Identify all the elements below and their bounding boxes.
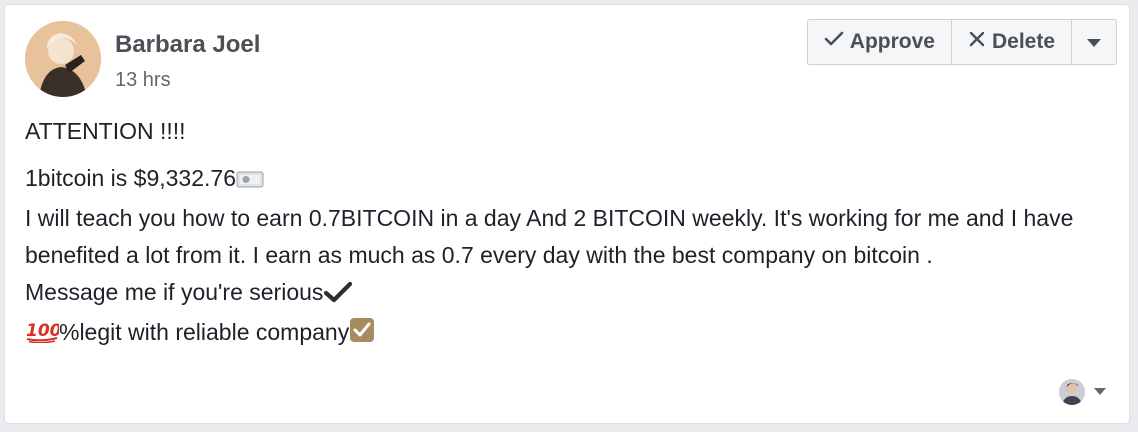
viewer-avatar bbox=[1059, 379, 1085, 405]
post-line-attention: ATTENTION !!!! bbox=[25, 118, 186, 144]
moderation-actions: Approve Delete bbox=[806, 19, 1117, 65]
post-card: Barbara Joel 13 hrs Approve Delete ATTEN… bbox=[4, 4, 1130, 424]
delete-label: Delete bbox=[991, 30, 1055, 53]
hundred-points-icon: 100 bbox=[25, 317, 62, 354]
caret-down-icon bbox=[1093, 383, 1107, 401]
author-name[interactable]: Barbara Joel bbox=[115, 31, 260, 59]
post-body: ATTENTION !!!! 1bitcoin is $9,332.76 I w… bbox=[25, 113, 1115, 354]
post-line-legit: 100 %legit with reliable company bbox=[25, 314, 1115, 354]
post-line-price: 1bitcoin is $9,332.76 bbox=[25, 160, 1115, 200]
post-timestamp[interactable]: 13 hrs bbox=[115, 69, 171, 92]
caret-down-icon bbox=[1086, 30, 1102, 54]
check-box-icon bbox=[349, 317, 375, 354]
approve-button[interactable]: Approve bbox=[808, 20, 952, 64]
banknote-icon bbox=[236, 163, 264, 200]
post-line-pitch: I will teach you how to earn 0.7BITCOIN … bbox=[25, 205, 1074, 268]
avatar[interactable] bbox=[25, 21, 101, 97]
more-options-button[interactable] bbox=[1072, 20, 1116, 64]
approve-label: Approve bbox=[849, 30, 935, 53]
x-icon bbox=[968, 30, 986, 54]
delete-button[interactable]: Delete bbox=[952, 20, 1072, 64]
post-line-message: Message me if you're serious bbox=[25, 274, 1115, 314]
post-as-selector[interactable] bbox=[1059, 379, 1107, 405]
check-icon bbox=[824, 30, 844, 54]
heavy-check-icon bbox=[323, 277, 353, 314]
